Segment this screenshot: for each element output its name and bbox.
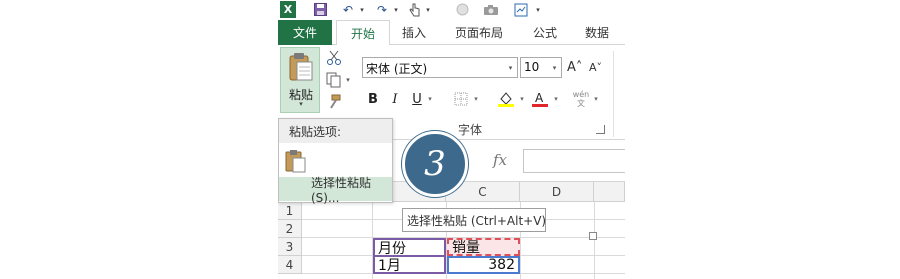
qat-customize-icon[interactable]: ▾ bbox=[534, 1, 542, 18]
cell-b4[interactable]: 1月 bbox=[373, 256, 446, 274]
fill-color-icon[interactable] bbox=[496, 89, 516, 109]
svg-text:A: A bbox=[535, 91, 544, 105]
column-header-e[interactable] bbox=[594, 182, 625, 202]
font-name-select[interactable]: 宋体 (正文) ▾ bbox=[362, 57, 518, 78]
row-header-1[interactable]: 1 bbox=[278, 202, 302, 220]
row-header-3[interactable]: 3 bbox=[278, 238, 302, 256]
circle-tool-icon[interactable] bbox=[454, 1, 470, 18]
paste-option-clipboard-icon[interactable] bbox=[285, 149, 307, 173]
step-number-badge: 3 bbox=[402, 131, 468, 197]
clipboard-icon bbox=[289, 53, 313, 81]
phonetic-guide-text: wén bbox=[572, 90, 590, 99]
gridline bbox=[594, 202, 595, 279]
resize-handle[interactable] bbox=[589, 232, 597, 240]
font-size-select[interactable]: 10 ▾ bbox=[520, 57, 562, 78]
screenshot-icon[interactable] bbox=[512, 1, 530, 18]
tab-page-layout[interactable]: 页面布局 bbox=[440, 20, 518, 45]
increase-font-size-button[interactable]: A˄ bbox=[567, 57, 582, 78]
excel-logo-icon: X bbox=[280, 1, 296, 18]
camera-icon[interactable] bbox=[482, 1, 500, 18]
font-name-value: 宋体 (正文) bbox=[366, 62, 428, 76]
phonetic-dropdown-icon[interactable]: ▾ bbox=[592, 89, 600, 109]
copy-dropdown-icon[interactable]: ▾ bbox=[344, 71, 352, 89]
font-size-value: 10 bbox=[524, 60, 540, 74]
save-icon[interactable] bbox=[312, 1, 328, 18]
format-painter-icon[interactable] bbox=[324, 93, 344, 111]
borders-dropdown-icon[interactable]: ▾ bbox=[472, 89, 480, 109]
cell-c3[interactable]: 销量 bbox=[447, 238, 520, 256]
decrease-font-size-button[interactable]: A˅ bbox=[589, 57, 602, 78]
touch-mode-icon[interactable] bbox=[406, 1, 422, 18]
paste-options-header: 粘贴选项: bbox=[279, 119, 392, 143]
fill-color-dropdown-icon[interactable]: ▾ bbox=[518, 89, 526, 109]
font-color-dropdown-icon[interactable]: ▾ bbox=[552, 89, 560, 109]
formula-input[interactable] bbox=[523, 149, 625, 173]
paste-dropdown-icon[interactable]: ▾ bbox=[281, 100, 321, 108]
cell-c4[interactable]: 382 bbox=[447, 256, 520, 274]
undo-icon[interactable]: ↶ bbox=[340, 1, 356, 18]
touch-dropdown-icon[interactable]: ▾ bbox=[424, 1, 432, 18]
paste-button[interactable]: 粘贴 ▾ bbox=[280, 47, 320, 113]
font-size-caret-icon[interactable]: ▾ bbox=[548, 58, 561, 77]
font-color-icon[interactable]: A bbox=[530, 89, 550, 109]
bold-button[interactable]: B bbox=[366, 89, 380, 109]
redo-dropdown-icon[interactable]: ▾ bbox=[392, 1, 400, 18]
font-dialog-launcher-icon[interactable] bbox=[596, 125, 605, 134]
quick-access-toolbar: X ↶ ▾ ↷ ▾ ▾ ▾ bbox=[278, 0, 625, 20]
underline-dropdown-icon[interactable]: ▾ bbox=[426, 89, 434, 109]
paste-options-menu: 粘贴选项: 选择性粘贴(S)... bbox=[278, 118, 393, 205]
insert-function-icon[interactable]: fx bbox=[493, 151, 507, 169]
phonetic-guide-icon[interactable]: wén 文 bbox=[570, 89, 592, 109]
excel-window: X ↶ ▾ ↷ ▾ ▾ ▾ 文件 开始 插入 页面布局 公式 数据 粘贴 ▾ ▾… bbox=[278, 0, 625, 279]
column-header-d[interactable]: D bbox=[520, 182, 594, 202]
underline-button[interactable]: U bbox=[410, 89, 424, 109]
font-group-label: 字体 bbox=[458, 123, 483, 137]
row-header-2[interactable]: 2 bbox=[278, 220, 302, 238]
italic-button[interactable]: I bbox=[388, 89, 402, 109]
redo-icon[interactable]: ↷ bbox=[374, 1, 390, 18]
cut-icon[interactable] bbox=[324, 49, 344, 67]
copy-icon[interactable] bbox=[324, 71, 344, 89]
row-header-4[interactable]: 4 bbox=[278, 256, 302, 274]
tab-insert[interactable]: 插入 bbox=[392, 20, 436, 45]
tab-formulas[interactable]: 公式 bbox=[522, 20, 568, 45]
paste-special-item[interactable]: 选择性粘贴(S)... bbox=[279, 176, 392, 205]
borders-icon[interactable] bbox=[452, 89, 470, 109]
cell-b3[interactable]: 月份 bbox=[373, 238, 446, 257]
undo-dropdown-icon[interactable]: ▾ bbox=[358, 1, 366, 18]
font-name-caret-icon[interactable]: ▾ bbox=[504, 58, 517, 77]
paste-special-tooltip: 选择性粘贴 (Ctrl+Alt+V) bbox=[402, 208, 546, 232]
ribbon-separator bbox=[613, 51, 614, 137]
ribbon-tabs: 文件 开始 插入 页面布局 公式 数据 bbox=[278, 20, 625, 46]
tab-data[interactable]: 数据 bbox=[574, 20, 620, 45]
tab-file[interactable]: 文件 bbox=[278, 20, 332, 45]
tab-home[interactable]: 开始 bbox=[336, 20, 390, 46]
